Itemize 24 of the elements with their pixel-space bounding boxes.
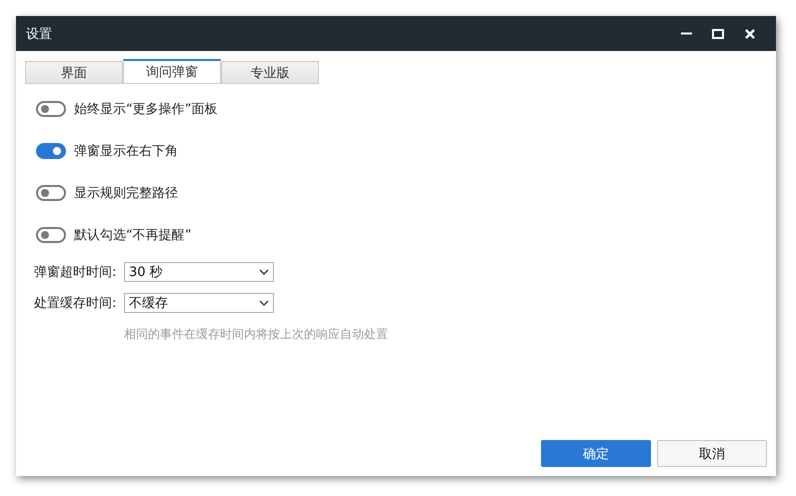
- toggle-label: 显示规则完整路径: [74, 185, 178, 202]
- toggle-switch[interactable]: [36, 227, 66, 243]
- maximize-icon: [712, 28, 724, 38]
- field-label: 处置缓存时间:: [34, 294, 118, 312]
- toggle-switch[interactable]: [36, 185, 66, 201]
- hint-text: 相同的事件在缓存时间内将按上次的响应自动处置: [123, 326, 389, 343]
- chevron-icon: [259, 300, 269, 306]
- tab[interactable]: 专业版: [221, 61, 319, 84]
- toggle-label: 默认勾选“不再提醒”: [74, 227, 192, 244]
- field-label: 弹窗超时时间:: [34, 264, 118, 280]
- toggle-switch[interactable]: [36, 143, 66, 159]
- toggle-label: 始终显示“更多操作”面板: [74, 101, 218, 118]
- tab[interactable]: 界面: [25, 61, 123, 84]
- close-icon: [745, 28, 755, 38]
- chevron-icon: [259, 268, 269, 274]
- confirm-button[interactable]: 确定: [541, 440, 651, 467]
- minimize-icon: [680, 32, 692, 35]
- cancel-button[interactable]: 取消: [657, 440, 767, 467]
- tab[interactable]: 询问弹窗: [123, 59, 221, 84]
- dropdown[interactable]: 不缓存: [124, 292, 274, 312]
- window-title: 设置: [26, 26, 53, 42]
- toggle-switch[interactable]: [36, 101, 66, 117]
- dropdown[interactable]: 30 秒: [124, 262, 274, 282]
- toggle-label: 弹窗显示在右下角: [74, 143, 178, 160]
